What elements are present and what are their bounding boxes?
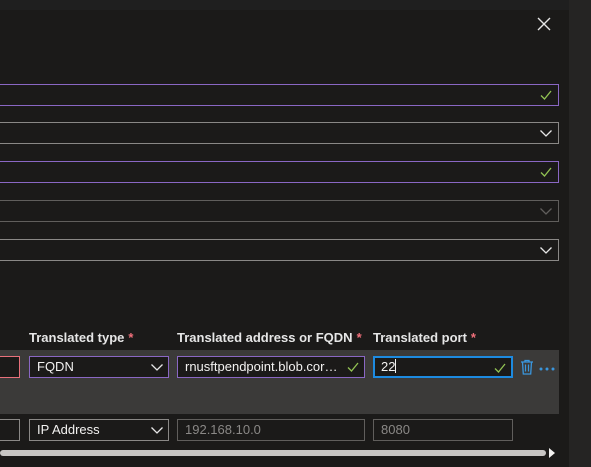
- translated-port-input[interactable]: 22: [373, 356, 513, 378]
- chevron-down-icon: [540, 208, 552, 215]
- translated-type-select-row2[interactable]: IP Address: [29, 419, 169, 441]
- chevron-down-icon: [540, 130, 552, 137]
- checkmark-icon: [540, 167, 552, 177]
- checkmark-icon: [540, 90, 552, 100]
- cut-off-cell[interactable]: [0, 419, 20, 441]
- chevron-down-icon: [151, 427, 163, 434]
- background-outside-panel: [569, 0, 591, 467]
- more-icon: [539, 367, 555, 371]
- dropdown-field-disabled: [0, 200, 559, 222]
- chevron-down-icon: [540, 247, 552, 254]
- close-icon: [537, 17, 551, 31]
- translated-address-input[interactable]: rnusftpendpoint.blob.core.windows.net: [177, 356, 365, 378]
- scroll-right-arrow-icon[interactable]: [549, 448, 555, 458]
- translated-port-input-row2[interactable]: 8080: [373, 419, 513, 441]
- column-header-translated-type: Translated type *: [29, 330, 134, 345]
- translated-address-input-row2[interactable]: 192.168.10.0: [177, 419, 365, 441]
- required-mark: *: [470, 330, 476, 345]
- text-cursor: [395, 359, 397, 373]
- translated-type-select[interactable]: FQDN: [29, 356, 169, 378]
- trash-icon: [521, 359, 533, 375]
- close-button[interactable]: [534, 14, 554, 34]
- dropdown-field-1[interactable]: [0, 122, 559, 144]
- cut-off-cell[interactable]: [0, 356, 20, 378]
- column-header-translated-port: Translated port *: [373, 330, 476, 345]
- column-header-translated-address: Translated address or FQDN *: [177, 330, 362, 345]
- checkmark-icon: [494, 363, 506, 373]
- dropdown-field-3[interactable]: [0, 239, 559, 261]
- required-mark: *: [128, 330, 134, 345]
- scrollbar-thumb[interactable]: [0, 450, 546, 456]
- required-mark: *: [356, 330, 362, 345]
- chevron-down-icon: [151, 364, 163, 371]
- name-field[interactable]: [0, 84, 559, 106]
- text-field-2[interactable]: [0, 161, 559, 183]
- more-options-button[interactable]: [538, 361, 556, 371]
- checkmark-icon: [347, 362, 359, 372]
- delete-row-button[interactable]: [520, 359, 534, 375]
